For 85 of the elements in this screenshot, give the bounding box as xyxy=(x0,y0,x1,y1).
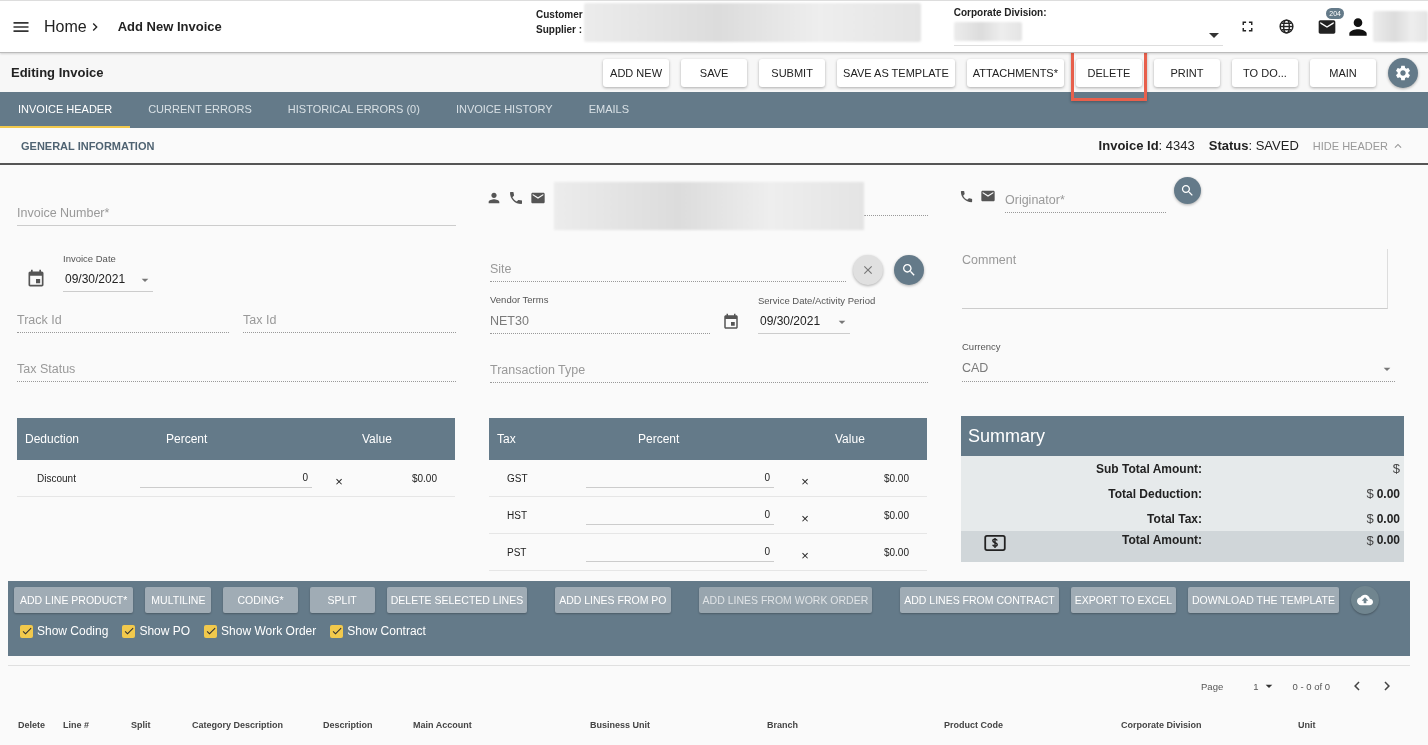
column-header[interactable]: Category Description xyxy=(192,720,323,730)
summary-title: Summary xyxy=(961,416,1404,456)
checkbox-label: Show Contract xyxy=(347,624,426,638)
column-header[interactable]: Product Code xyxy=(944,720,1121,730)
toolbar-title: Editing Invoice xyxy=(11,65,104,80)
remove-button[interactable]: × xyxy=(774,510,836,526)
table-cell-text: Discount xyxy=(36,472,77,484)
column-header[interactable]: Delete xyxy=(18,720,63,730)
table-cell-text: $0.00 xyxy=(882,509,910,521)
invoice-id: Invoice Id: 4343 xyxy=(1098,138,1195,153)
column-header: Percent xyxy=(166,432,209,446)
column-header[interactable]: Split xyxy=(131,720,192,730)
column-header: Deduction xyxy=(24,432,81,446)
text-field[interactable]: Transaction Type xyxy=(490,359,928,383)
percent-field[interactable]: 0 xyxy=(586,505,774,525)
remove-button[interactable]: × xyxy=(774,473,836,489)
percent-field[interactable]: 0 xyxy=(586,468,774,488)
currency-symbol: $ xyxy=(1366,511,1374,526)
column-header[interactable]: Description xyxy=(323,720,413,730)
column-header: Value xyxy=(835,432,866,446)
column-header: Percent xyxy=(638,432,681,446)
text-field[interactable]: Track Id xyxy=(17,309,229,333)
page-label: Page xyxy=(1201,680,1224,692)
checkbox-label: Show PO xyxy=(139,624,191,638)
percent-field[interactable]: 0 xyxy=(586,542,774,562)
date-field[interactable]: 09/30/2021 xyxy=(758,311,850,334)
text-field[interactable]: Tax Status xyxy=(17,358,456,382)
text-field[interactable]: Tax Id xyxy=(243,309,456,333)
section-title: GENERAL INFORMATION xyxy=(21,139,155,152)
supplier-label: Supplier : xyxy=(536,23,583,37)
summary-label: Total Tax: xyxy=(1146,511,1202,526)
currency-symbol: $ xyxy=(1392,461,1400,476)
table-cell-text: $0.00 xyxy=(410,472,438,484)
column-header[interactable]: Corporate Division xyxy=(1121,720,1298,730)
toolbar-button[interactable]: ATTACHMENTS* xyxy=(966,58,1064,87)
field-label: Currency xyxy=(962,341,1002,352)
page-select[interactable]: 1 xyxy=(1253,678,1277,694)
column-header: Value xyxy=(362,432,393,446)
summary-label: Sub Total Amount: xyxy=(1095,461,1202,476)
table-cell-text: $0.00 xyxy=(882,472,910,484)
summary-label: Total Deduction: xyxy=(1107,486,1202,501)
toolbar-button[interactable]: SAVE xyxy=(681,58,748,87)
breadcrumb-link[interactable]: Home xyxy=(44,17,87,36)
field-label: Invoice Date xyxy=(63,253,117,264)
toolbar-button[interactable]: SAVE AS TEMPLATE xyxy=(837,58,955,87)
toolbar-button[interactable]: TO DO... xyxy=(1232,58,1298,87)
table-cell-text: PST xyxy=(506,546,528,558)
page-range: 0 - 0 of 0 xyxy=(1292,680,1330,692)
currency-symbol: $ xyxy=(1366,486,1374,501)
column-header[interactable]: Unit xyxy=(1298,720,1358,730)
column-header: Tax xyxy=(496,432,517,446)
table-cell-text: $0.00 xyxy=(882,546,910,558)
toolbar-button[interactable]: PRINT xyxy=(1154,58,1220,87)
column-header[interactable]: Branch xyxy=(767,720,944,730)
column-header[interactable]: Main Account xyxy=(413,720,590,730)
toolbar-button[interactable]: DELETE xyxy=(1076,58,1142,87)
table-cell-text: GST xyxy=(506,472,529,484)
summary-amount: 0.00 xyxy=(1376,511,1400,526)
text-field[interactable]: Invoice Number* xyxy=(17,202,456,226)
invoice-status: Status: SAVED xyxy=(1208,138,1299,153)
remove-button[interactable]: × xyxy=(312,473,366,489)
checkbox-label: Show Work Order xyxy=(221,624,317,638)
comment-field[interactable]: Comment xyxy=(962,249,1388,309)
date-field[interactable]: 09/30/2021 xyxy=(63,269,153,292)
text-field[interactable]: Originator* xyxy=(1005,189,1166,213)
column-header[interactable]: Line # xyxy=(63,720,131,730)
summary-label: Total Amount: xyxy=(1121,533,1202,547)
toolbar-button[interactable]: MAIN xyxy=(1310,58,1376,87)
currency-symbol: $ xyxy=(1366,533,1374,548)
field-label: Vendor Terms xyxy=(490,294,550,305)
remove-button[interactable]: × xyxy=(774,547,836,563)
summary-amount: 0.00 xyxy=(1376,533,1400,547)
summary-amount: 0.00 xyxy=(1376,486,1400,501)
column-header[interactable]: Business Unit xyxy=(590,720,767,730)
field-label: Service Date/Activity Period xyxy=(758,295,876,306)
customer-label: Customer xyxy=(536,8,583,22)
toolbar-button[interactable]: ADD NEW xyxy=(603,58,670,87)
text-field[interactable]: NET30 xyxy=(490,310,710,334)
percent-field[interactable]: 0 xyxy=(140,468,312,488)
corporate-division-label: Corporate Division: xyxy=(953,7,1048,18)
toolbar-button[interactable]: SUBMIT xyxy=(759,58,826,87)
page-title: Add New Invoice xyxy=(117,19,222,34)
checkbox-label: Show Coding xyxy=(37,624,109,638)
text-field[interactable]: Site xyxy=(490,258,846,282)
table-cell-text: HST xyxy=(506,509,528,521)
